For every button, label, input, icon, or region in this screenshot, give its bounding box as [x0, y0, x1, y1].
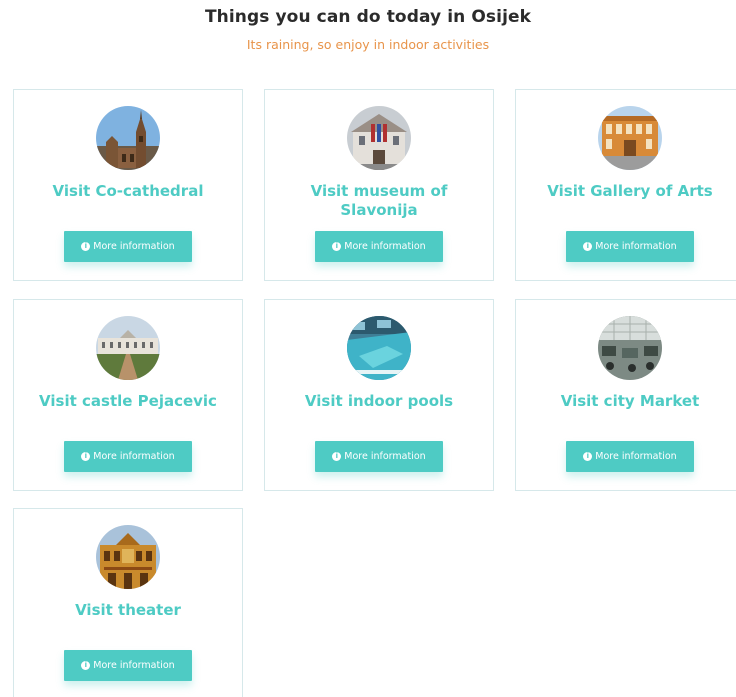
activity-title: Visit Gallery of Arts: [547, 182, 713, 200]
market-photo-icon: [598, 316, 662, 380]
info-circle-icon: i: [583, 242, 593, 251]
activity-card-pools: Visit indoor pools i More information: [264, 299, 494, 491]
page-subtitle: Its raining, so enjoy in indoor activiti…: [246, 37, 490, 52]
activity-title: Visit city Market: [560, 392, 700, 410]
more-information-button[interactable]: i More information: [64, 650, 192, 681]
activity-card-museum: Visit museum of Slavonija i More informa…: [264, 89, 494, 281]
info-circle-icon: i: [81, 452, 91, 461]
more-information-button[interactable]: i More information: [315, 441, 443, 472]
activity-card-cocathedral: Visit Co-cathedral i More information: [13, 89, 243, 281]
button-label: More information: [344, 451, 426, 462]
button-label: More information: [93, 241, 175, 252]
button-label: More information: [595, 451, 677, 462]
more-information-button[interactable]: i More information: [566, 441, 694, 472]
gallery-photo-icon: [598, 106, 662, 170]
button-label: More information: [595, 241, 677, 252]
info-circle-icon: i: [81, 242, 91, 251]
theater-photo-icon: [96, 525, 160, 589]
castle-photo-icon: [96, 316, 160, 380]
cathedral-photo-icon: [96, 106, 160, 170]
info-circle-icon: i: [332, 242, 342, 251]
activity-card-market: Visit city Market i More information: [515, 299, 736, 491]
activity-title: Visit museum of Slavonija: [310, 182, 448, 219]
pool-photo-icon: [347, 316, 411, 380]
info-circle-icon: i: [332, 452, 342, 461]
info-circle-icon: i: [81, 661, 91, 670]
activities-page: Things you can do today in Osijek Its ra…: [0, 0, 736, 697]
activity-title: Visit theater: [75, 601, 181, 619]
button-label: More information: [93, 451, 175, 462]
more-information-button[interactable]: i More information: [315, 231, 443, 262]
activity-title: Visit indoor pools: [304, 392, 454, 410]
more-information-button[interactable]: i More information: [64, 231, 192, 262]
activity-card-theater: Visit theater i More information: [13, 508, 243, 697]
museum-photo-icon: [347, 106, 411, 170]
activity-card-castle: Visit castle Pejacevic i More informatio…: [13, 299, 243, 491]
activity-title: Visit castle Pejacevic: [39, 392, 217, 410]
button-label: More information: [93, 660, 175, 671]
more-information-button[interactable]: i More information: [64, 441, 192, 472]
button-label: More information: [344, 241, 426, 252]
more-information-button[interactable]: i More information: [566, 231, 694, 262]
info-circle-icon: i: [583, 452, 593, 461]
activity-title: Visit Co-cathedral: [52, 182, 204, 200]
activity-card-gallery: Visit Gallery of Arts i More information: [515, 89, 736, 281]
page-title: Things you can do today in Osijek: [204, 7, 532, 27]
